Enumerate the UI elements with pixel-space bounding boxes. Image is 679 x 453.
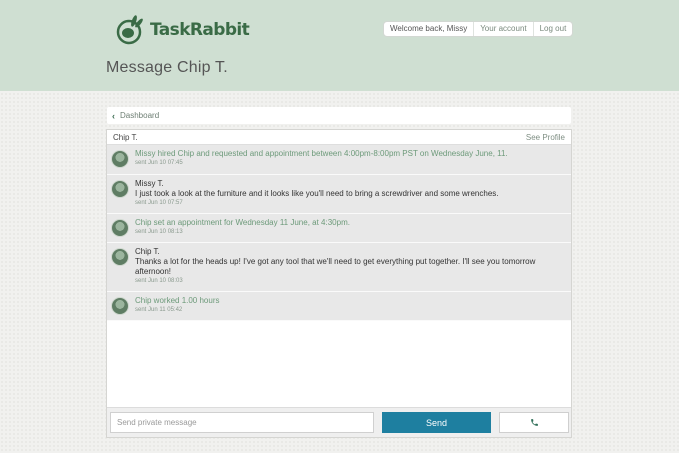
welcome-text: Welcome back, Missy xyxy=(384,22,475,36)
see-profile-link[interactable]: See Profile xyxy=(526,133,565,142)
avatar xyxy=(111,248,129,266)
logo[interactable]: TaskRabbit xyxy=(114,13,250,47)
message-time: sent Jun 10 08:13 xyxy=(135,229,183,235)
contact-name: Chip T. xyxy=(113,132,138,142)
phone-icon xyxy=(530,419,538,426)
message-text: Missy hired Chip and requested and appoi… xyxy=(135,149,508,158)
message-time: sent Jun 10 07:57 xyxy=(135,200,183,206)
private-message-input[interactable] xyxy=(110,412,374,433)
your-account-link[interactable]: Your account xyxy=(474,22,534,36)
message-time: sent Jun 10 08:03 xyxy=(135,278,183,284)
message-item: Chip T. Thanks a lot for the heads up! I… xyxy=(107,243,571,292)
rabbit-logo-icon xyxy=(116,15,143,45)
message-list: Missy hired Chip and requested and appoi… xyxy=(107,145,571,321)
message-time: sent Jun 11 05:42 xyxy=(135,307,183,313)
message-text: Chip worked 1.00 hours xyxy=(135,296,220,305)
message-item: Missy hired Chip and requested and appoi… xyxy=(107,145,571,175)
logo-text: TaskRabbit xyxy=(150,20,250,40)
message-item: Missy T. I just took a look at the furni… xyxy=(107,175,571,214)
avatar xyxy=(111,150,129,168)
account-bar: Welcome back, Missy Your account Log out xyxy=(383,21,574,37)
breadcrumb-dashboard-link[interactable]: ‹ Dashboard xyxy=(107,107,571,124)
avatar xyxy=(111,297,129,315)
message-text: I just took a look at the furniture and … xyxy=(135,189,499,198)
conversation-panel: Chip T. See Profile Missy hired Chip and… xyxy=(106,129,572,438)
composer: Send xyxy=(107,407,571,437)
chevron-left-icon: ‹ xyxy=(112,110,115,121)
message-item: Chip worked 1.00 hours sent Jun 11 05:42 xyxy=(107,292,571,321)
message-author: Missy T. xyxy=(135,179,164,188)
message-text: Thanks a lot for the heads up! I've got … xyxy=(135,257,536,276)
logout-link[interactable]: Log out xyxy=(534,22,573,36)
header: TaskRabbit Welcome back, Missy Your acco… xyxy=(0,0,679,91)
message-author: Chip T. xyxy=(135,247,160,256)
conversation-header: Chip T. See Profile xyxy=(107,130,571,145)
send-button[interactable]: Send xyxy=(382,412,491,433)
avatar xyxy=(111,219,129,237)
message-text: Chip set an appointment for Wednesday 11… xyxy=(135,218,350,227)
message-item: Chip set an appointment for Wednesday 11… xyxy=(107,214,571,243)
message-time: sent Jun 10 07:45 xyxy=(135,160,183,166)
breadcrumb-label: Dashboard xyxy=(120,111,160,120)
call-button[interactable] xyxy=(499,412,569,433)
avatar xyxy=(111,180,129,198)
page-title: Message Chip T. xyxy=(106,59,228,76)
